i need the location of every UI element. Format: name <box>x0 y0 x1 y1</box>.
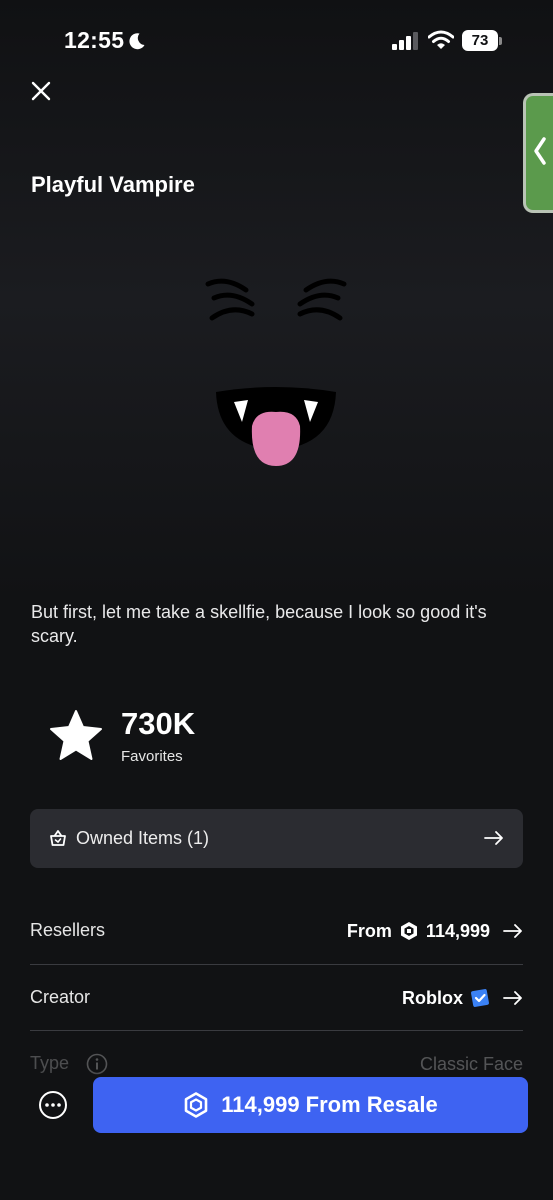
favorites-count: 730K <box>121 706 196 741</box>
item-thumbnail <box>205 278 347 466</box>
moon-icon <box>129 33 145 50</box>
more-horizontal-icon <box>45 1103 61 1107</box>
arrow-right-icon <box>503 991 522 1005</box>
buy-button-label: 114,999 From Resale <box>221 1092 438 1117</box>
creator-row[interactable]: Creator Roblox <box>30 965 523 1031</box>
status-bar: 12:55 73 <box>0 0 553 80</box>
basket-icon <box>50 830 66 846</box>
creator-name: Roblox <box>402 987 463 1008</box>
resellers-label: Resellers <box>30 920 106 940</box>
item-title: Playful Vampire <box>31 172 195 197</box>
status-time: 12:55 <box>64 27 125 53</box>
resellers-row[interactable]: Resellers From 114,999 <box>30 898 523 964</box>
resellers-prefix: From <box>346 920 392 941</box>
favorites-label: Favorites <box>121 748 183 765</box>
chevron-left-icon <box>534 137 546 165</box>
signal-icon <box>392 32 418 50</box>
resellers-value: From 114,999 <box>347 918 523 944</box>
favorite-star-icon[interactable] <box>49 709 103 761</box>
battery-icon: 73 <box>462 30 498 51</box>
home-indicator-area <box>0 1160 553 1200</box>
arrow-right-icon <box>503 924 522 938</box>
arrow-right-icon <box>484 831 503 845</box>
close-button[interactable] <box>26 76 56 106</box>
item-detail-screen: 12:55 73 Playful Vampire But first, let … <box>0 0 553 1200</box>
creator-label: Creator <box>30 987 91 1007</box>
item-description: But first, let me take a skellfie, becau… <box>31 602 487 646</box>
owned-items-button[interactable]: Owned Items (1) <box>30 809 523 868</box>
robux-icon <box>400 922 417 940</box>
robux-icon <box>184 1092 208 1118</box>
wifi-icon <box>428 30 454 49</box>
more-options-button[interactable] <box>39 1091 67 1119</box>
side-panel-tab[interactable] <box>523 93 553 213</box>
resellers-price: 114,999 <box>425 920 490 941</box>
buy-from-resale-button[interactable]: 114,999 From Resale <box>93 1077 528 1133</box>
creator-value: Roblox <box>402 985 523 1011</box>
battery-cap <box>499 37 502 45</box>
owned-items-label: Owned Items (1) <box>76 828 210 848</box>
verified-badge-icon <box>471 989 489 1007</box>
